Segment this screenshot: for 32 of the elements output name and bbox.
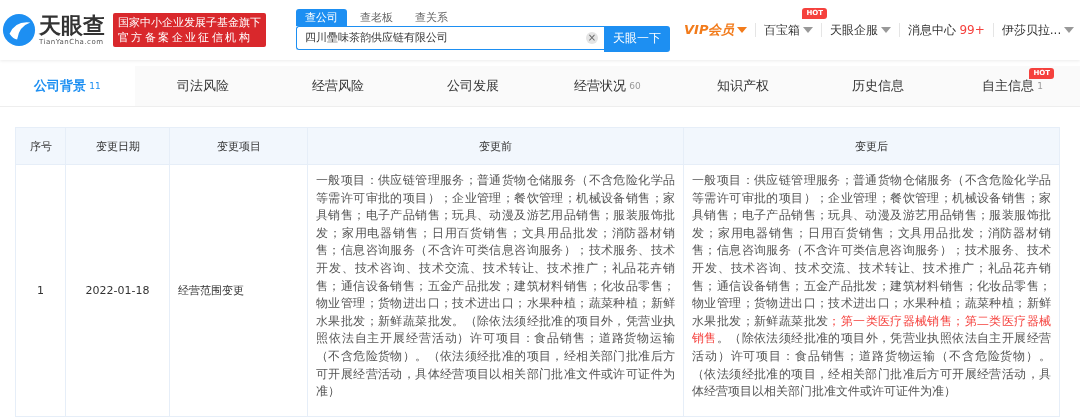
scope-text-after: 一般项目：供应链管理服务；普通货物仓储服务（不含危险化学品等需许可审批的项目）；企业管理；餐饮管理；机械设备销售；家具销售；电子产品销售；玩具、动漫及游艺用品销售；服装服饰批发；家用电器销售；日用百货销售；文具用品批发；消防器材销售；信息咨询服务（不含许可类信息咨询服务）；技术服务、技术开发、技术咨询、技术交流、技术转让、技术推广；礼品花卉销售；通信设备销售；五金产品批发；建筑材料销售；化妆品零售；物业管理；货物进出口；技术进出口；水果种植；蔬菜种植；新鲜水果批发；新鲜蔬菜批发；第一类医疗器械销售；第二类医疗器械销售。（除依法须经批准的项目外，凭营业执照依法自主开展经营活动）许可项目：食品销售；道路货物运输（不含危险货物）。（依法须经批准的项目，经相关部门批准后方可开展经营活动，具体经营项目以相关部门批准文件或许可证件为准）: [692, 171, 1051, 400]
nav-link[interactable]: 消息中心: [908, 21, 957, 39]
search-tab[interactable]: 查关系: [406, 8, 457, 26]
caret-icon: [1064, 27, 1075, 33]
table-cell: 2022-01-18: [85, 283, 150, 297]
column-header: 序号: [29, 139, 52, 153]
search-field[interactable]: 四川壘味茶韵供应链有限公司 ×: [296, 25, 604, 50]
column-header: 变更后: [855, 139, 888, 153]
nav-link[interactable]: 天眼企服: [830, 21, 879, 39]
caret-icon: [803, 27, 814, 33]
caret-icon: [881, 27, 892, 33]
section-tab[interactable]: 公司发展: [405, 66, 540, 106]
section-tab[interactable]: 知识产权: [675, 66, 810, 106]
column-header: 变更日期: [95, 139, 140, 153]
section-tab[interactable]: 经营状况 60: [540, 66, 675, 106]
banner: 国家中小企业发展子基金旗下 官方备案企业征信机构: [113, 13, 266, 47]
clear-button[interactable]: ×: [586, 31, 598, 44]
section-tab[interactable]: 历史信息: [810, 66, 945, 106]
nav-link[interactable]: 伊莎贝拉...: [1001, 21, 1062, 39]
search-tab[interactable]: 查老板: [351, 8, 402, 26]
section-tab[interactable]: 公司背景 11: [0, 66, 135, 106]
scope-text-before: 一般项目：供应链管理服务；普通货物仓储服务（不含危险化学品等需许可审批的项目）；企业管理；餐饮管理；机械设备销售；家具销售；电子产品销售；玩具、动漫及游艺用品销售；服装服饰批发；家用电器销售；日用百货销售；文具用品批发；消防器材销售；信息咨询服务（不含许可类信息咨询服务）；技术服务、技术开发、技术咨询、技术交流、技术转让、技术推广；礼品花卉销售；通信设备销售；五金产品批发；建筑材料销售；化妆品零售；物业管理；货物进出口；技术进出口；水果种植；蔬菜种植；新鲜水果批发；新鲜蔬菜批发。（除依法须经批准的项目外，凭营业执照依法自主开展经营活动）许可项目：食品销售；道路货物运输（不含危险货物）。（依法须经批准的项目，经相关部门批准后方可开展经营活动，具体经营项目以相关部门批准文件或许可证件为准）: [316, 171, 675, 400]
section-tab[interactable]: 经营风险: [270, 66, 405, 106]
column-header: 变更前: [479, 139, 512, 153]
nav-link[interactable]: 百宝箱: [764, 21, 801, 39]
message-count: 99+: [959, 23, 985, 37]
table-cell: 1: [37, 283, 44, 297]
caret-icon: [737, 27, 748, 33]
column-header: 变更项目: [216, 139, 261, 153]
logo-name: 天眼查: [39, 14, 105, 38]
table-cell: 经营范围变更: [178, 283, 244, 297]
section-tab[interactable]: 司法风险: [135, 66, 270, 106]
